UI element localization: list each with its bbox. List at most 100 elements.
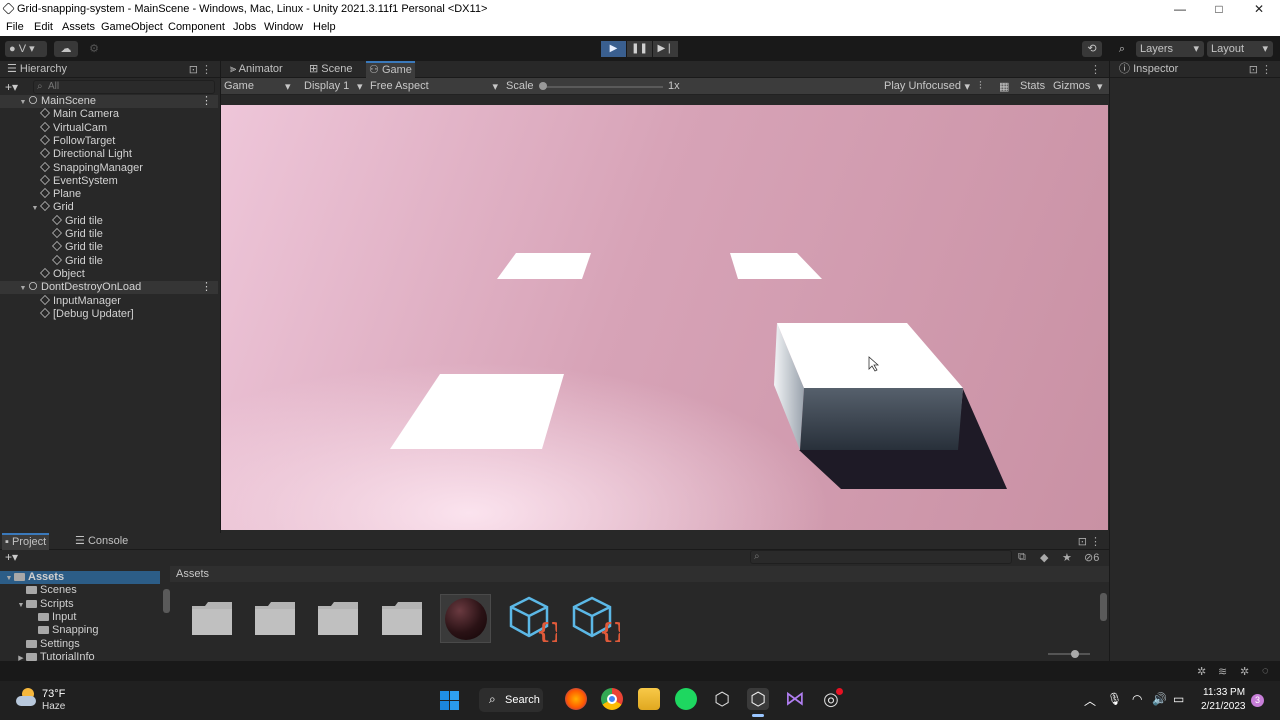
menu-edit[interactable]: Edit: [34, 21, 53, 33]
tab-console[interactable]: ☰ Console: [72, 533, 131, 550]
tab-inspector[interactable]: ⓘ Inspector: [1116, 61, 1181, 78]
menu-help[interactable]: Help: [313, 21, 336, 33]
expand-arrow-icon[interactable]: ▼: [16, 599, 26, 612]
folder-icon[interactable]: [317, 600, 359, 636]
hierarchy-item[interactable]: Plane: [0, 188, 218, 201]
menu-jobs[interactable]: Jobs: [233, 21, 256, 33]
icon-size-handle[interactable]: [1071, 650, 1079, 658]
microphone-icon[interactable]: 🎙: [1107, 692, 1122, 706]
more-icon[interactable]: ⋮: [1090, 63, 1101, 76]
label-filter-icon[interactable]: ◆: [1040, 551, 1048, 564]
game-mode-dropdown[interactable]: Game ▾: [224, 80, 291, 93]
project-tree-item[interactable]: Scenes: [0, 584, 77, 597]
filter-type-icon[interactable]: ⧉: [1018, 551, 1026, 564]
stats-button[interactable]: Stats: [1020, 80, 1045, 92]
more-icon[interactable]: ⋮: [201, 95, 212, 108]
cloud-button[interactable]: ☁: [54, 41, 78, 57]
maximize-button[interactable]: □: [1199, 0, 1239, 19]
folder-icon[interactable]: [191, 600, 233, 636]
lock-icon[interactable]: ⊡: [1078, 535, 1087, 548]
menu-component[interactable]: Component: [168, 21, 225, 33]
hierarchy-item[interactable]: [Debug Updater]: [0, 308, 218, 321]
menu-file[interactable]: File: [6, 21, 24, 33]
battery-icon[interactable]: ▭: [1173, 692, 1184, 706]
bug-icon[interactable]: ✲: [1197, 665, 1206, 678]
icon-size-slider[interactable]: [1048, 653, 1090, 655]
hierarchy-item[interactable]: Object: [0, 268, 218, 281]
file-explorer-icon[interactable]: [638, 688, 660, 710]
minimize-button[interactable]: —: [1160, 0, 1200, 19]
volume-icon[interactable]: 🔊: [1152, 692, 1167, 706]
play-mode-dropdown[interactable]: Play Unfocused ▾: [884, 80, 970, 93]
scale-slider-handle[interactable]: [539, 82, 547, 90]
lock-icon[interactable]: ⊡: [189, 63, 198, 76]
assets-scrollbar[interactable]: [1100, 593, 1107, 621]
weather-icon[interactable]: [16, 688, 38, 710]
folder-icon[interactable]: [254, 600, 296, 636]
project-tree-item[interactable]: Input: [0, 611, 76, 624]
hierarchy-item[interactable]: Grid tile: [0, 228, 218, 241]
menu-assets[interactable]: Assets: [62, 21, 95, 33]
tab-scene[interactable]: ⊞ Scene: [306, 61, 355, 78]
script-asset-icon[interactable]: {}: [570, 596, 620, 642]
project-search-input[interactable]: ⌕: [750, 550, 1012, 564]
expand-arrow-icon[interactable]: ▼: [30, 202, 40, 215]
tab-game[interactable]: ⚇ Game: [366, 61, 415, 78]
folder-icon[interactable]: [381, 600, 423, 636]
collab-button[interactable]: ⚙: [84, 41, 104, 57]
chevron-up-icon[interactable]: ︿: [1084, 692, 1096, 709]
gizmos-button[interactable]: Gizmos: [1053, 80, 1090, 92]
project-tree-item[interactable]: Settings: [0, 638, 80, 651]
hierarchy-item[interactable]: VirtualCam: [0, 122, 218, 135]
wifi-icon[interactable]: ◠: [1132, 692, 1142, 706]
taskbar-search-button[interactable]: ⌕ Search: [479, 688, 543, 712]
hidden-packages-icon[interactable]: ⊘6: [1084, 551, 1099, 564]
hierarchy-item[interactable]: FollowTarget: [0, 135, 218, 148]
layers-dropdown[interactable]: Layers ▾: [1136, 41, 1204, 57]
menu-gameobject[interactable]: GameObject: [101, 21, 163, 33]
tab-project[interactable]: ▪ Project: [2, 533, 50, 550]
layers-icon[interactable]: ≋: [1218, 665, 1227, 678]
more-icon[interactable]: ⋮: [1090, 535, 1101, 548]
script-asset-icon[interactable]: {}: [507, 596, 557, 642]
menu-window[interactable]: Window: [264, 21, 303, 33]
more-icon[interactable]: ⋮: [201, 281, 212, 294]
step-button[interactable]: ▶❘: [653, 41, 678, 57]
tree-scrollbar[interactable]: [163, 589, 170, 613]
clock-date[interactable]: 2/21/2023: [1201, 701, 1246, 712]
hierarchy-item[interactable]: Main Camera: [0, 108, 218, 121]
create-asset-button[interactable]: +▾: [5, 550, 18, 564]
hierarchy-item[interactable]: Grid tile: [0, 241, 218, 254]
hierarchy-item[interactable]: EventSystem: [0, 175, 218, 188]
expand-arrow-icon[interactable]: ▼: [4, 572, 14, 585]
hierarchy-item[interactable]: SnappingManager: [0, 162, 218, 175]
hierarchy-item[interactable]: Grid tile: [0, 215, 218, 228]
more-icon[interactable]: ⋮: [201, 63, 212, 76]
hierarchy-item[interactable]: InputManager: [0, 295, 218, 308]
visual-studio-icon[interactable]: ⋈: [784, 688, 806, 710]
project-tree-item[interactable]: ▼ Assets: [0, 571, 160, 584]
material-asset[interactable]: [440, 594, 491, 643]
spotify-icon[interactable]: [675, 688, 697, 710]
hierarchy-item[interactable]: ▼ MainScene ⋮: [0, 95, 218, 108]
firefox-icon[interactable]: [565, 688, 587, 710]
chevron-down-icon[interactable]: ▾: [1097, 80, 1103, 93]
layout-dropdown[interactable]: Layout ▾: [1207, 41, 1273, 57]
scale-slider-track[interactable]: [541, 86, 663, 88]
undo-history-button[interactable]: ⟲: [1082, 41, 1102, 57]
hierarchy-search-input[interactable]: ⌕ All: [33, 80, 215, 94]
play-button[interactable]: ▶: [601, 41, 626, 57]
project-tree-item[interactable]: Snapping: [0, 624, 99, 637]
notification-badge[interactable]: 3: [1251, 694, 1264, 707]
unity-editor-icon[interactable]: ⬡: [747, 688, 769, 710]
hierarchy-item[interactable]: ▼ DontDestroyOnLoad ⋮: [0, 281, 218, 295]
favorite-star-icon[interactable]: ★: [1062, 551, 1072, 564]
hierarchy-item[interactable]: Grid tile: [0, 255, 218, 268]
progress-icon[interactable]: ◌: [1262, 665, 1269, 677]
keyboard-icon[interactable]: ▦: [999, 80, 1009, 93]
display-dropdown[interactable]: Display 1 ▾: [304, 80, 363, 93]
mute-audio-icon[interactable]: ⫶: [979, 80, 982, 93]
tab-animator[interactable]: ⫸ Animator: [227, 61, 286, 78]
lock-icon[interactable]: ⊡: [1249, 63, 1258, 76]
more-icon[interactable]: ⋮: [1261, 63, 1272, 76]
